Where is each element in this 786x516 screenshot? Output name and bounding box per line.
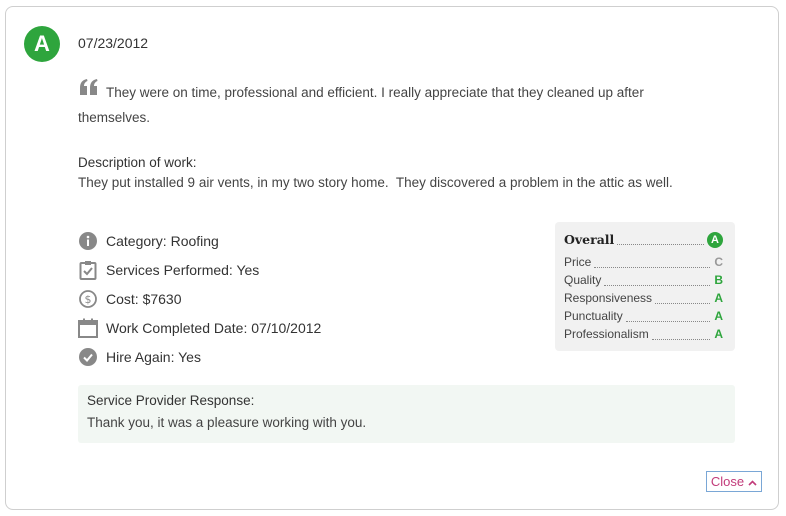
rating-overall-row: Overall A — [564, 230, 723, 249]
rating-label: Quality — [564, 273, 602, 287]
rating-row-price: Price C — [564, 253, 723, 271]
check-circle-icon — [78, 347, 98, 367]
leader-dots — [617, 234, 704, 245]
rating-label: Responsiveness — [564, 291, 653, 305]
calendar-icon — [78, 318, 98, 338]
rating-overall-label: Overall — [564, 232, 615, 247]
rating-label: Professionalism — [564, 327, 649, 341]
leader-dots — [604, 275, 710, 286]
review-quote: They were on time, professional and effi… — [78, 78, 718, 130]
dollar-icon: $ — [78, 289, 98, 309]
detail-work-completed-date: Work Completed Date: 07/10/2012 — [78, 313, 321, 342]
review-details: Category: Roofing Services Performed: Ye… — [78, 226, 321, 371]
detail-text: Category: Roofing — [106, 232, 219, 249]
rating-row-professionalism: Professionalism A — [564, 325, 723, 343]
detail-hire-again: Hire Again: Yes — [78, 342, 321, 371]
leader-dots — [594, 257, 710, 268]
rating-row-responsiveness: Responsiveness A — [564, 289, 723, 307]
provider-response: Service Provider Response: Thank you, it… — [78, 385, 735, 443]
info-icon — [78, 231, 98, 251]
description-text: They put installed 9 air vents, in my tw… — [78, 175, 673, 190]
detail-text: Cost: $7630 — [106, 290, 182, 307]
leader-dots — [625, 311, 710, 322]
clipboard-check-icon — [78, 260, 98, 280]
chevron-up-icon — [748, 474, 757, 489]
leader-dots — [651, 329, 710, 340]
description-label: Description of work: — [78, 155, 197, 170]
rating-label: Punctuality — [564, 309, 623, 323]
detail-category: Category: Roofing — [78, 226, 321, 255]
rating-grade: B — [714, 273, 723, 287]
detail-cost: $ Cost: $7630 — [78, 284, 321, 313]
overall-grade-badge: A — [24, 26, 60, 62]
quote-icon — [78, 78, 100, 103]
detail-text: Work Completed Date: 07/10/2012 — [106, 319, 322, 336]
close-button[interactable]: Close — [706, 471, 762, 492]
rating-label: Price — [564, 255, 592, 269]
rating-grade: C — [714, 255, 723, 269]
ratings-panel: Overall A Price C Quality B Responsivene… — [555, 222, 735, 351]
detail-text: Hire Again: Yes — [106, 348, 201, 365]
review-date: 07/23/2012 — [78, 35, 149, 51]
detail-services-performed: Services Performed: Yes — [78, 255, 321, 284]
response-text: Thank you, it was a pleasure working wit… — [87, 415, 367, 430]
rating-row-quality: Quality B — [564, 271, 723, 289]
rating-grade: A — [714, 327, 723, 341]
rating-row-punctuality: Punctuality A — [564, 307, 723, 325]
rating-overall-badge: A — [707, 231, 723, 248]
svg-text:$: $ — [85, 293, 92, 306]
review-quote-text: They were on time, professional and effi… — [78, 85, 644, 125]
rating-grade: A — [714, 291, 723, 305]
close-label: Close — [710, 474, 745, 489]
rating-grade: A — [714, 309, 723, 323]
response-label: Service Provider Response: — [87, 393, 255, 408]
detail-text: Services Performed: Yes — [106, 261, 260, 278]
leader-dots — [655, 293, 710, 304]
